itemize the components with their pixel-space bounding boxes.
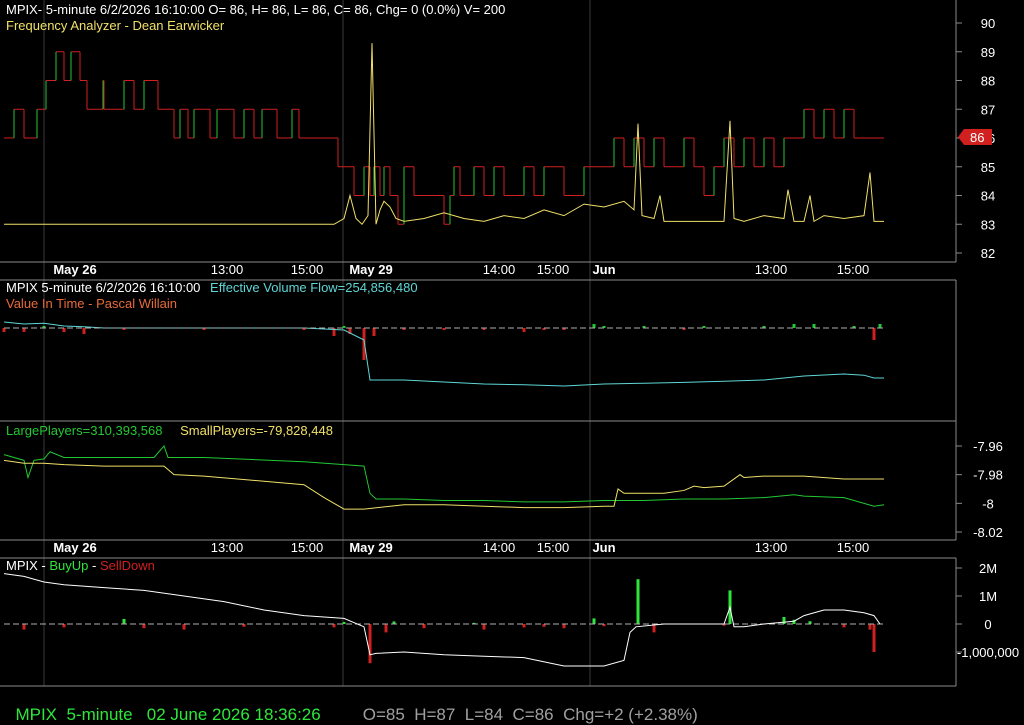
buyup-bar (782, 617, 786, 624)
selldown-bar (384, 624, 388, 633)
effective-volume-flow-label: Effective Volume Flow=254,856,480 (210, 280, 418, 295)
time-tick-label: 13:00 (755, 540, 788, 555)
value-in-time-bar (2, 328, 6, 332)
buyup-selldown-header: MPIX - BuyUp - SellDown (6, 558, 155, 573)
time-tick-label: 15:00 (537, 262, 570, 277)
value-in-time-bar (878, 324, 882, 328)
value-in-time-bar (22, 328, 26, 332)
selldown-bar (22, 624, 26, 630)
selldown-bar (868, 624, 872, 630)
selldown-bar (522, 624, 526, 628)
time-tick-label: Jun (592, 262, 615, 277)
buyup-tick-label: 2M (979, 561, 997, 576)
selldown-bar (422, 624, 426, 629)
frequency-analyzer-label: Frequency Analyzer - Dean Earwicker (6, 18, 225, 33)
status-bar: MPIX 5-minute 02 June 2026 18:36:26 O=85 … (6, 685, 698, 725)
last-price-tag: 86 (958, 129, 992, 145)
time-tick-label: 13:00 (211, 540, 244, 555)
buyup-bar (592, 618, 596, 624)
time-tick-label: 15:00 (837, 540, 870, 555)
price-tick-label: 88 (981, 74, 995, 89)
status-symbol: MPIX 5-minute 02 June 2026 18:36:26 (15, 705, 321, 724)
value-in-time-bar (62, 328, 66, 332)
volume-flow-header: MPIX 5-minute 6/2/2026 16:10:00 Effectiv… (6, 280, 418, 295)
buyup-tick-label: -1,000,000 (957, 645, 1019, 660)
selldown-bar (62, 624, 66, 628)
price-tick-label: 89 (981, 45, 995, 60)
time-tick-label: 13:00 (211, 262, 244, 277)
time-tick-label: 15:00 (537, 540, 570, 555)
time-tick-label: 15:00 (837, 262, 870, 277)
time-tick-label: May 29 (349, 262, 392, 277)
large-players-label: LargePlayers=310,393,568 (6, 423, 162, 438)
players-tick-label: -7.98 (973, 468, 1003, 483)
value-in-time-bar (872, 328, 876, 340)
value-in-time-bar (522, 328, 526, 332)
selldown-bar (562, 624, 566, 629)
time-tick-label: 14:00 (483, 540, 516, 555)
price-panel-header: MPIX- 5-minute 6/2/2026 16:10:00 O= 86, … (6, 2, 505, 17)
value-in-time-bar (592, 324, 596, 328)
selldown-bar (482, 624, 486, 630)
price-tick-label: 87 (981, 102, 995, 117)
selldown-bar (842, 624, 846, 628)
selldown-bar (182, 624, 186, 630)
selldown-label: SellDown (100, 558, 155, 573)
chart-canvas: MPIX- 5-minute 6/2/2026 16:10:00 O= 86, … (0, 0, 1024, 720)
time-tick-label: May 26 (53, 540, 96, 555)
small-players-label: SmallPlayers=-79,828,448 (180, 423, 333, 438)
buyup-separator: - (92, 558, 96, 573)
selldown-bar (142, 624, 146, 629)
value-in-time-bar (372, 328, 376, 336)
status-ohlc: O=85 H=87 L=84 C=86 Chg=+2 (+2.38%) (362, 705, 698, 724)
price-tick-label: 83 (981, 217, 995, 232)
price-tick-label: 84 (981, 189, 995, 204)
value-in-time-bar (792, 324, 796, 328)
time-tick-label: 14:00 (483, 262, 516, 277)
buyup-tick-label: 1M (979, 589, 997, 604)
buyup-label: BuyUp (49, 558, 88, 573)
players-tick-label: -7.96 (973, 439, 1003, 454)
value-in-time-bar (812, 324, 816, 328)
time-tick-label: 15:00 (291, 262, 324, 277)
value-in-time-bar (82, 328, 86, 334)
selldown-bar (332, 624, 336, 628)
buyup-tick-label: 0 (984, 617, 991, 632)
price-tick-label: 85 (981, 160, 995, 175)
last-price-label: 86 (970, 130, 984, 145)
time-tick-label: Jun (592, 540, 615, 555)
buyup-bar (636, 579, 640, 624)
time-tick-label: 13:00 (755, 262, 788, 277)
time-tick-label: May 26 (53, 262, 96, 277)
value-in-time-label: Value In Time - Pascal Willain (6, 296, 177, 311)
time-tick-label: May 29 (349, 540, 392, 555)
selldown-bar (368, 624, 372, 664)
players-tick-label: -8 (982, 496, 994, 511)
price-tick-label: 90 (981, 16, 995, 31)
selldown-bar (872, 624, 876, 652)
buyup-symbol: MPIX - (6, 558, 49, 573)
time-tick-label: 15:00 (291, 540, 324, 555)
volume-flow-symbol: MPIX 5-minute 6/2/2026 16:10:00 (6, 280, 200, 295)
buyup-bar (122, 618, 126, 624)
price-tick-label: 82 (981, 246, 995, 261)
players-tick-label: -8.02 (973, 525, 1003, 540)
